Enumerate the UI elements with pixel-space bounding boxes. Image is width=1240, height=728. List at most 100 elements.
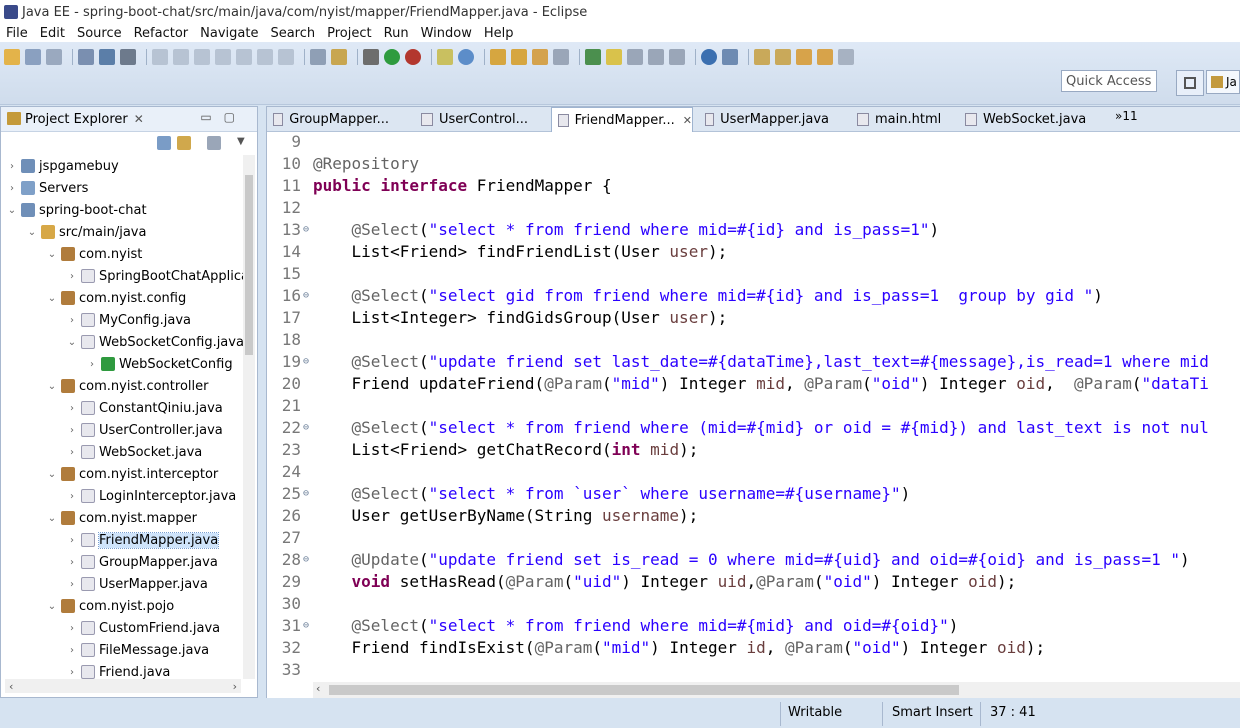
explorer-vertical-scrollbar[interactable] bbox=[243, 155, 255, 679]
chevron-right-icon[interactable]: › bbox=[65, 403, 79, 414]
show-whitespace-icon[interactable] bbox=[627, 49, 643, 65]
scrollbar-thumb[interactable] bbox=[245, 175, 253, 355]
tree-node[interactable]: › WebSocket.java bbox=[65, 441, 202, 463]
fold-icon[interactable]: ⊖ bbox=[303, 483, 309, 505]
step-return-icon[interactable] bbox=[278, 49, 294, 65]
menu-help[interactable]: Help bbox=[484, 26, 514, 41]
search-icon[interactable] bbox=[553, 49, 569, 65]
chevron-right-icon[interactable]: › bbox=[85, 359, 99, 370]
java-ee-perspective-button[interactable]: Ja bbox=[1206, 70, 1240, 94]
menu-window[interactable]: Window bbox=[421, 26, 472, 41]
new-icon[interactable] bbox=[4, 49, 20, 65]
resume-icon[interactable] bbox=[152, 49, 168, 65]
console-icon[interactable] bbox=[99, 49, 115, 65]
last-edit-icon[interactable] bbox=[796, 49, 812, 65]
minimize-maximize-icon[interactable]: ▭▢ bbox=[200, 110, 247, 124]
chevron-right-icon[interactable]: › bbox=[5, 183, 19, 194]
tree-node[interactable]: › SpringBootChatApplica bbox=[65, 265, 243, 287]
tree-node[interactable]: › WebSocketConfig bbox=[85, 353, 233, 375]
chevron-right-icon[interactable]: › bbox=[65, 579, 79, 590]
tree-node[interactable]: ⌄ com.nyist.pojo bbox=[45, 595, 174, 617]
chevron-left-icon[interactable]: ‹ bbox=[9, 680, 13, 693]
tree-node[interactable]: › Friend.java bbox=[65, 661, 170, 679]
tree-node[interactable]: ⌄ com.nyist.controller bbox=[45, 375, 209, 397]
more-tabs-button[interactable]: »11 bbox=[1115, 109, 1138, 123]
chevron-right-icon[interactable]: › bbox=[65, 557, 79, 568]
menu-navigate[interactable]: Navigate bbox=[200, 26, 258, 41]
forward-icon[interactable] bbox=[838, 49, 854, 65]
chevron-down-icon[interactable]: ⌄ bbox=[45, 249, 59, 260]
menu-project[interactable]: Project bbox=[327, 26, 371, 41]
tree-node[interactable]: ⌄ spring-boot-chat bbox=[5, 199, 147, 221]
collapse-all-icon[interactable] bbox=[157, 136, 171, 150]
chevron-down-icon[interactable]: ▼ bbox=[237, 136, 247, 150]
tree-node[interactable]: › CustomFriend.java bbox=[65, 617, 220, 639]
back-icon[interactable] bbox=[817, 49, 833, 65]
tree-node[interactable]: ⌄ com.nyist.interceptor bbox=[45, 463, 218, 485]
chevron-right-icon[interactable]: › bbox=[65, 623, 79, 634]
fold-icon[interactable]: ⊖ bbox=[303, 417, 309, 439]
globe-icon[interactable] bbox=[701, 49, 717, 65]
menu-edit[interactable]: Edit bbox=[40, 26, 65, 41]
editor-horizontal-scrollbar[interactable]: ‹ bbox=[313, 682, 1240, 698]
skip-breakpoints-icon[interactable] bbox=[120, 49, 136, 65]
menu-source[interactable]: Source bbox=[77, 26, 122, 41]
menu-run[interactable]: Run bbox=[384, 26, 409, 41]
code-area[interactable]: 9 10 @Repository 11 public interface Frien… bbox=[267, 131, 1240, 683]
open-task-icon[interactable] bbox=[331, 49, 347, 65]
tree-node-selected[interactable]: › FriendMapper.java bbox=[65, 529, 220, 551]
highlight-icon[interactable] bbox=[606, 49, 622, 65]
debug-icon[interactable] bbox=[405, 49, 421, 65]
chevron-right-icon[interactable]: › bbox=[65, 645, 79, 656]
tree-node[interactable]: › UserMapper.java bbox=[65, 573, 208, 595]
tree-node[interactable]: › jspgamebuy bbox=[5, 155, 119, 177]
chevron-down-icon[interactable]: ⌄ bbox=[5, 205, 19, 216]
tree-node[interactable]: › LoginInterceptor.java bbox=[65, 485, 236, 507]
chevron-right-icon[interactable]: › bbox=[65, 315, 79, 326]
menu-search[interactable]: Search bbox=[270, 26, 315, 41]
link-with-editor-icon[interactable] bbox=[177, 136, 191, 150]
fold-icon[interactable]: ⊖ bbox=[303, 615, 309, 637]
chevron-down-icon[interactable]: ⌄ bbox=[25, 227, 39, 238]
tree-node[interactable]: › FileMessage.java bbox=[65, 639, 209, 661]
save-all-icon[interactable] bbox=[46, 49, 62, 65]
run-icon[interactable] bbox=[384, 49, 400, 65]
block-selection-icon[interactable] bbox=[648, 49, 664, 65]
open-perspective-button[interactable] bbox=[1176, 70, 1204, 96]
paragraph-icon[interactable] bbox=[669, 49, 685, 65]
brush-icon[interactable] bbox=[532, 49, 548, 65]
chevron-right-icon[interactable]: › bbox=[65, 271, 79, 282]
chevron-right-icon[interactable]: › bbox=[65, 535, 79, 546]
chevron-down-icon[interactable]: ⌄ bbox=[45, 601, 59, 612]
tree-node[interactable]: › MyConfig.java bbox=[65, 309, 191, 331]
chevron-down-icon[interactable]: ⌄ bbox=[65, 337, 79, 348]
disconnect-icon[interactable] bbox=[215, 49, 231, 65]
tab-usermapper[interactable]: UserMapper.java bbox=[699, 107, 829, 131]
step-into-icon[interactable] bbox=[236, 49, 252, 65]
scrollbar-thumb[interactable] bbox=[329, 685, 959, 695]
chevron-down-icon[interactable]: ⌄ bbox=[45, 513, 59, 524]
tab-friendmapper[interactable]: FriendMapper... ✕ bbox=[551, 107, 693, 132]
menu-file[interactable]: File bbox=[6, 26, 28, 41]
quick-access-field[interactable]: Quick Access bbox=[1061, 70, 1157, 92]
chevron-right-icon[interactable]: › bbox=[5, 161, 19, 172]
chevron-left-icon[interactable]: ‹ bbox=[316, 682, 320, 695]
chevron-down-icon[interactable]: ⌄ bbox=[45, 293, 59, 304]
close-icon[interactable]: ✕ bbox=[683, 114, 692, 127]
pin-icon[interactable] bbox=[722, 49, 738, 65]
chevron-down-icon[interactable]: ⌄ bbox=[45, 469, 59, 480]
chevron-right-icon[interactable]: › bbox=[65, 667, 79, 678]
tree-node[interactable]: ⌄ com.nyist bbox=[45, 243, 143, 265]
view-menu-icon[interactable] bbox=[207, 136, 221, 150]
suspend-icon[interactable] bbox=[173, 49, 189, 65]
chevron-right-icon[interactable]: › bbox=[65, 491, 79, 502]
fold-icon[interactable]: ⊖ bbox=[303, 549, 309, 571]
tree-node[interactable]: ⌄ com.nyist.config bbox=[45, 287, 186, 309]
open-project-icon[interactable] bbox=[511, 49, 527, 65]
fold-icon[interactable]: ⊖ bbox=[303, 219, 309, 241]
open-folder-icon[interactable] bbox=[490, 49, 506, 65]
tree-node[interactable]: ⌄ com.nyist.mapper bbox=[45, 507, 197, 529]
chevron-down-icon[interactable]: ⌄ bbox=[45, 381, 59, 392]
next-annotation-icon[interactable] bbox=[754, 49, 770, 65]
close-icon[interactable]: ✕ bbox=[134, 112, 144, 126]
